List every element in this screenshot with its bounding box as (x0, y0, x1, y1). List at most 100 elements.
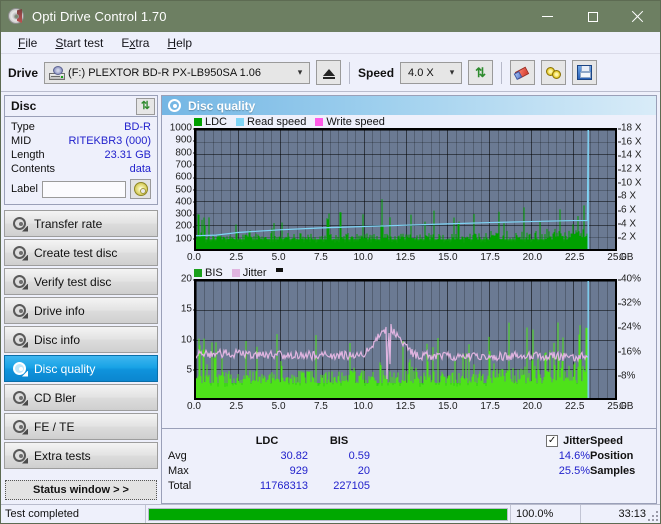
ldc-plot[interactable] (194, 128, 617, 251)
menu-file-rest: ile (25, 36, 37, 50)
x-tick: 12.5 (396, 252, 415, 263)
x-tick: 10.0 (353, 401, 372, 412)
check-icon: ✓ (548, 436, 556, 446)
bis-series (196, 281, 615, 398)
disc-icon (12, 275, 27, 289)
y-tick: 20 (181, 274, 192, 285)
save-button[interactable] (572, 60, 597, 85)
speed-value: 4.19 X (648, 435, 661, 447)
close-button[interactable] (615, 1, 660, 32)
drive-label: Drive (8, 66, 38, 80)
ldc-chart-legend: LDC Read speed Write speed (164, 115, 654, 128)
speed-select[interactable]: 4.0 X ▾ (400, 62, 462, 84)
y2-tick: 6 X (621, 205, 636, 216)
toolbar-divider-2 (501, 62, 502, 84)
y-tick: 500 (175, 184, 192, 195)
legend-swatch-jitter (232, 269, 240, 277)
jitter-max-row: 25.5% (468, 463, 590, 478)
sidebar-item-cd-bler[interactable]: CD Bler (4, 384, 158, 411)
disc-label-input[interactable] (42, 181, 126, 198)
cd-icon (134, 182, 148, 196)
series-ldc (196, 199, 588, 249)
sidebar-item-transfer-rate[interactable]: Transfer rate (4, 210, 158, 237)
y2-tick: 24% (621, 322, 641, 333)
refresh-button[interactable]: ⇅ (468, 60, 493, 85)
disc-row-key: Type (11, 121, 124, 133)
drive-select[interactable]: (F:) PLEXTOR BD-R PX-LB950SA 1.06 ▾ (44, 62, 310, 84)
disc-row-type: Type BD-R (11, 120, 151, 134)
eject-button[interactable] (316, 60, 341, 85)
grid-line-v (615, 130, 616, 249)
disc-row-value: RITEKBR3 (000) (68, 135, 151, 147)
disc-icon (12, 362, 27, 376)
legend-swatch-ldc (194, 118, 202, 126)
jitter-checkbox[interactable]: ✓ (546, 435, 558, 447)
menu-help-rest: elp (176, 36, 192, 50)
sidebar-item-label: Disc info (34, 333, 80, 347)
stats-row-label: Avg (168, 450, 226, 462)
samples-value: 381595 (648, 465, 661, 477)
y-tick: 300 (175, 209, 192, 220)
y2-tick: 8% (621, 370, 635, 381)
x-tick: 7.5 (314, 252, 328, 263)
menu-item-file[interactable]: File (9, 34, 46, 52)
bis-x-axis: 0.02.55.07.510.012.515.017.520.022.525.0… (164, 400, 654, 415)
menu-item-extra[interactable]: Extra (112, 34, 158, 52)
disc-refresh-button[interactable]: ⇅ (136, 98, 155, 115)
y2-tick: 32% (621, 298, 641, 309)
erase-button[interactable] (510, 60, 535, 85)
disc-row-value: data (130, 163, 151, 175)
legend-swatch-read-speed (236, 118, 244, 126)
disc-panel-title: Disc (11, 99, 136, 113)
disc-row-value: BD-R (124, 121, 151, 133)
legend-label: Jitter (243, 267, 267, 279)
legend-label: Read speed (247, 116, 306, 128)
menu-start-test-rest: tart test (63, 36, 103, 50)
menu-item-help[interactable]: Help (158, 34, 201, 52)
disc-label-button[interactable] (130, 179, 151, 199)
app-window: Opti Drive Control 1.70 File Start test … (0, 0, 661, 524)
bis-plot[interactable] (194, 279, 617, 400)
eraser-icon (515, 66, 531, 79)
sidebar-item-create-test-disc[interactable]: Create test disc (4, 239, 158, 266)
settings-button[interactable] (541, 60, 566, 85)
y2-tick: 2 X (621, 232, 636, 243)
menu-item-start-test[interactable]: Start test (46, 34, 112, 52)
disc-panel-header: Disc ⇅ (5, 96, 157, 117)
sidebar-item-drive-info[interactable]: Drive info (4, 297, 158, 324)
sidebar-item-disc-info[interactable]: Disc info (4, 326, 158, 353)
menu-extra-rest: tra (135, 36, 149, 50)
sidebar-item-label: CD Bler (34, 391, 76, 405)
bis-x-unit: GB (619, 401, 633, 412)
disc-info-panel: Disc ⇅ Type BD-R MID RITEKBR3 (000) (4, 95, 158, 205)
y2-tick: 4 X (621, 218, 636, 229)
sidebar-item-verify-test-disc[interactable]: Verify test disc (4, 268, 158, 295)
nav-list: Transfer rate Create test disc Verify te… (4, 210, 158, 469)
stats-value-ldc: 11768313 (226, 480, 308, 492)
sidebar-item-disc-quality[interactable]: Disc quality (4, 355, 158, 382)
ldc-y-axis-left: 1002003004005006007008009001000 (164, 128, 194, 251)
drive-icon (49, 66, 65, 80)
y2-tick: 12 X (621, 164, 642, 175)
jitter-header-row: ✓ Jitter (468, 433, 590, 448)
body: Disc ⇅ Type BD-R MID RITEKBR3 (000) (1, 92, 660, 504)
maximize-button[interactable] (570, 1, 615, 32)
minimize-button[interactable] (525, 1, 570, 32)
resize-grip[interactable] (648, 511, 658, 521)
status-window-button[interactable]: Status window > > (5, 480, 157, 500)
sidebar-item-fe-te[interactable]: FE / TE (4, 413, 158, 440)
grid-line-v (615, 281, 616, 398)
status-message: Test completed (1, 505, 145, 523)
sidebar-item-label: FE / TE (34, 420, 74, 434)
jitter-label: Jitter (563, 435, 590, 447)
chevron-down-icon: ▾ (445, 67, 459, 78)
x-tick: 2.5 (229, 252, 243, 263)
legend-label: LDC (205, 116, 227, 128)
stats-row-label: Total (168, 480, 226, 492)
sidebar: Disc ⇅ Type BD-R MID RITEKBR3 (000) (1, 92, 161, 504)
stats-row-total: Total 11768313 227105 (168, 478, 468, 493)
y-tick: 400 (175, 196, 192, 207)
samples-label: Samples (590, 465, 642, 477)
stats-row-max: Max 929 20 (168, 463, 468, 478)
sidebar-item-extra-tests[interactable]: Extra tests (4, 442, 158, 469)
